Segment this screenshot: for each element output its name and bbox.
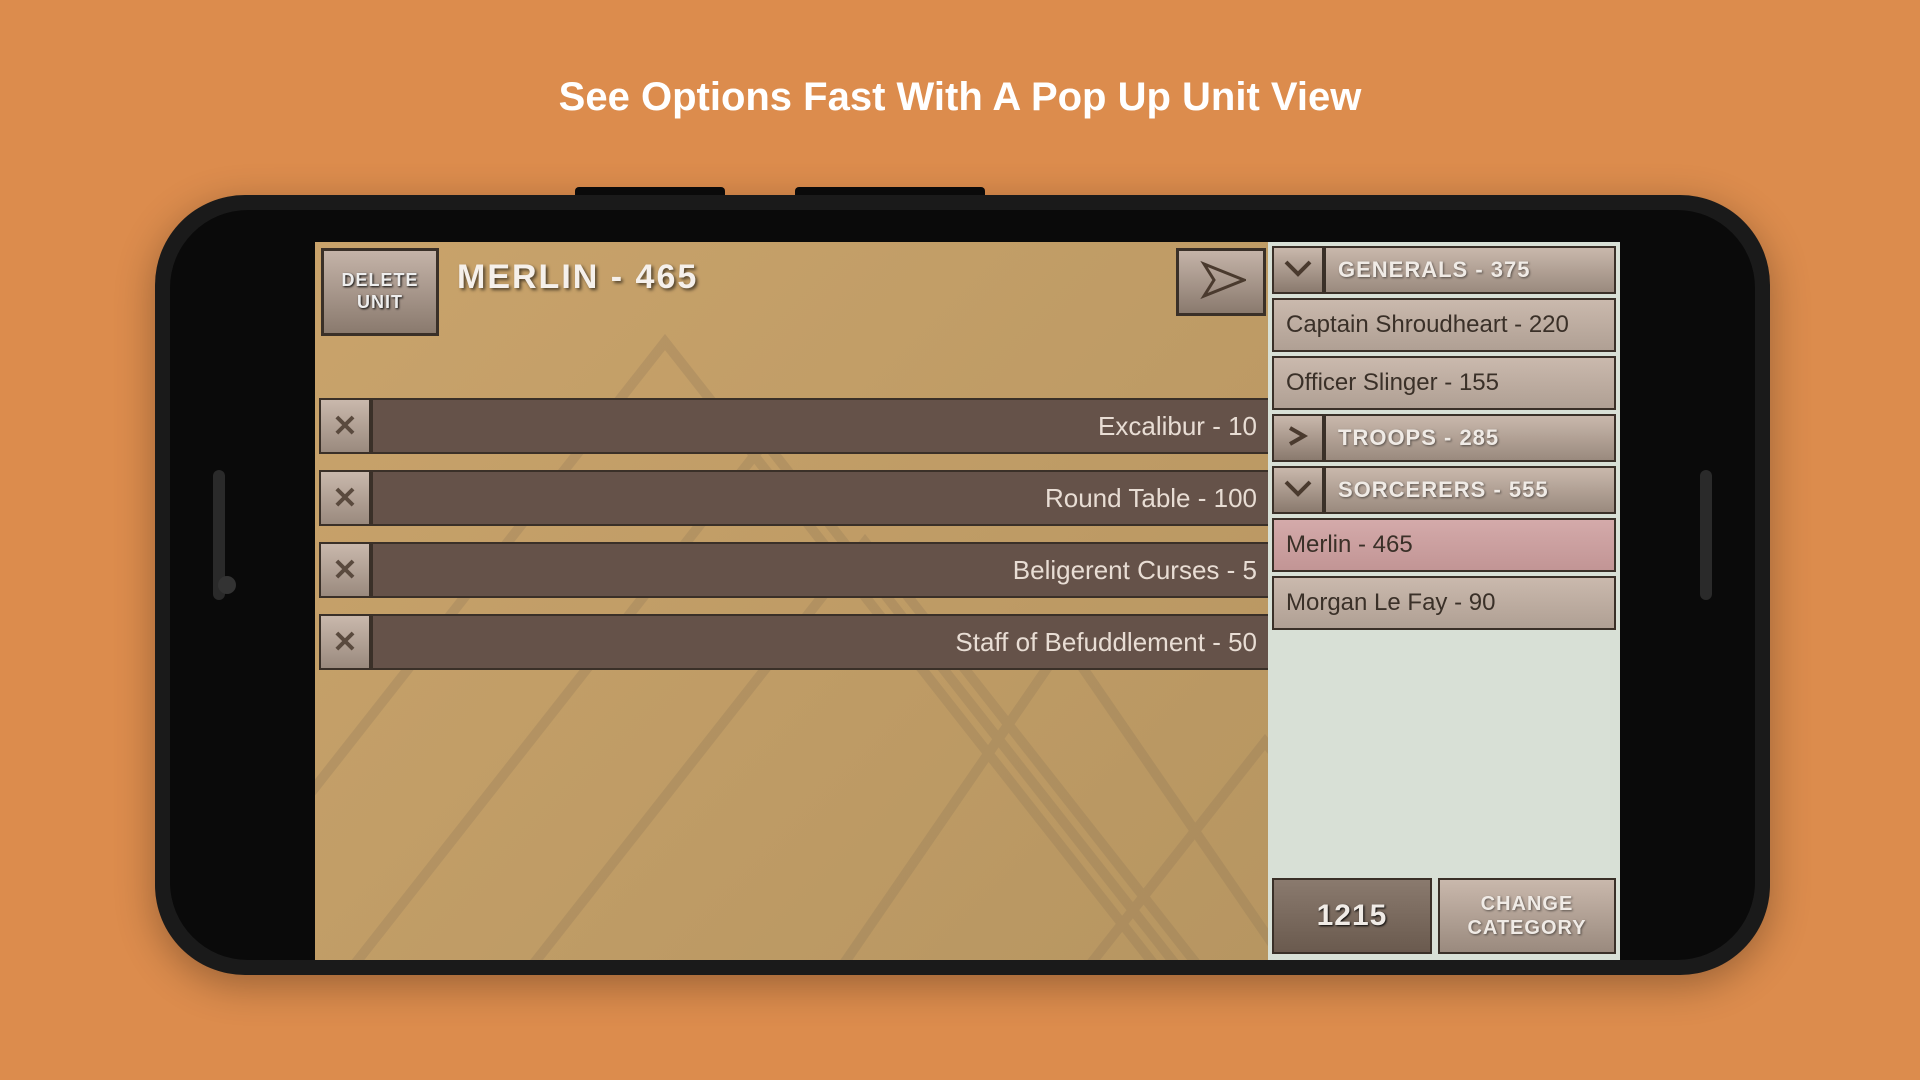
- equipment-item[interactable]: Round Table - 100: [371, 470, 1277, 526]
- equipment-item[interactable]: Beligerent Curses - 5: [371, 542, 1277, 598]
- delete-unit-button[interactable]: DELETE UNIT: [321, 248, 439, 336]
- close-icon: ✕: [332, 409, 357, 444]
- unit-item[interactable]: Morgan Le Fay - 90: [1272, 576, 1616, 630]
- equipment-label: Staff of Befuddlement - 50: [955, 627, 1257, 658]
- equipment-label: Round Table - 100: [1045, 483, 1257, 514]
- unit-item[interactable]: Merlin - 465: [1272, 518, 1616, 572]
- equipment-row: ✕ Excalibur - 10: [319, 398, 1277, 454]
- phone-frame: DELETE UNIT MERLIN - 465 ✕ Excalibur - 10…: [155, 195, 1770, 975]
- close-icon: ✕: [332, 481, 357, 516]
- equipment-label: Excalibur - 10: [1098, 411, 1257, 442]
- category-title: TROOPS - 285: [1338, 425, 1499, 451]
- phone-speaker-decoration: [1700, 470, 1712, 600]
- category-header: TROOPS - 285: [1272, 414, 1616, 462]
- equipment-list: ✕ Excalibur - 10 ✕ Round Table - 100 ✕ Belige…: [319, 398, 1277, 686]
- category-title: GENERALS - 375: [1338, 257, 1531, 283]
- unit-label: Officer Slinger - 155: [1286, 369, 1499, 397]
- chevron-down-icon: [1284, 478, 1312, 503]
- chevron-down-icon: [1284, 258, 1312, 283]
- category-toggle[interactable]: [1272, 246, 1324, 294]
- unit-label: Morgan Le Fay - 90: [1286, 589, 1495, 617]
- points-total: 1215: [1272, 878, 1432, 954]
- category-label[interactable]: GENERALS - 375: [1324, 246, 1616, 294]
- unit-item[interactable]: Officer Slinger - 155: [1272, 356, 1616, 410]
- delete-unit-label: DELETE UNIT: [324, 270, 436, 313]
- category-toggle[interactable]: [1272, 466, 1324, 514]
- unit-label: Merlin - 465: [1286, 531, 1413, 559]
- category-toggle[interactable]: [1272, 414, 1324, 462]
- category-label[interactable]: SORCERERS - 555: [1324, 466, 1616, 514]
- equipment-row: ✕ Staff of Befuddlement - 50: [319, 614, 1277, 670]
- change-category-label: CHANGE CATEGORY: [1440, 892, 1614, 940]
- unit-title: MERLIN - 465: [457, 258, 698, 297]
- side-panel: GENERALS - 375 Captain Shroudheart - 220 O…: [1268, 242, 1620, 960]
- unit-item[interactable]: Captain Shroudheart - 220: [1272, 298, 1616, 352]
- category-label[interactable]: TROOPS - 285: [1324, 414, 1616, 462]
- remove-item-button[interactable]: ✕: [319, 614, 371, 670]
- change-category-button[interactable]: CHANGE CATEGORY: [1438, 878, 1616, 954]
- phone-bezel: DELETE UNIT MERLIN - 465 ✕ Excalibur - 10…: [170, 210, 1755, 960]
- equipment-row: ✕ Round Table - 100: [319, 470, 1277, 526]
- close-icon: ✕: [332, 625, 357, 660]
- category-header: SORCERERS - 555: [1272, 466, 1616, 514]
- topbar: DELETE UNIT MERLIN - 465: [315, 242, 1275, 352]
- equipment-item[interactable]: Excalibur - 10: [371, 398, 1277, 454]
- chevron-right-icon: [1284, 426, 1312, 451]
- unit-label: Captain Shroudheart - 220: [1286, 311, 1569, 339]
- remove-item-button[interactable]: ✕: [319, 542, 371, 598]
- promo-title: See Options Fast With A Pop Up Unit View: [0, 0, 1920, 120]
- remove-item-button[interactable]: ✕: [319, 470, 371, 526]
- app-screen: DELETE UNIT MERLIN - 465 ✕ Excalibur - 10…: [315, 242, 1620, 960]
- phone-camera-decoration: [218, 576, 236, 594]
- category-header: GENERALS - 375: [1272, 246, 1616, 294]
- phone-button-decoration: [795, 187, 985, 195]
- equipment-row: ✕ Beligerent Curses - 5: [319, 542, 1277, 598]
- back-button[interactable]: [1176, 248, 1266, 316]
- equipment-label: Beligerent Curses - 5: [1013, 555, 1257, 586]
- category-title: SORCERERS - 555: [1338, 477, 1549, 503]
- remove-item-button[interactable]: ✕: [319, 398, 371, 454]
- equipment-item[interactable]: Staff of Befuddlement - 50: [371, 614, 1277, 670]
- side-footer: 1215 CHANGE CATEGORY: [1268, 874, 1620, 958]
- arrow-left-icon: [1196, 260, 1246, 305]
- phone-button-decoration: [575, 187, 725, 195]
- close-icon: ✕: [332, 553, 357, 588]
